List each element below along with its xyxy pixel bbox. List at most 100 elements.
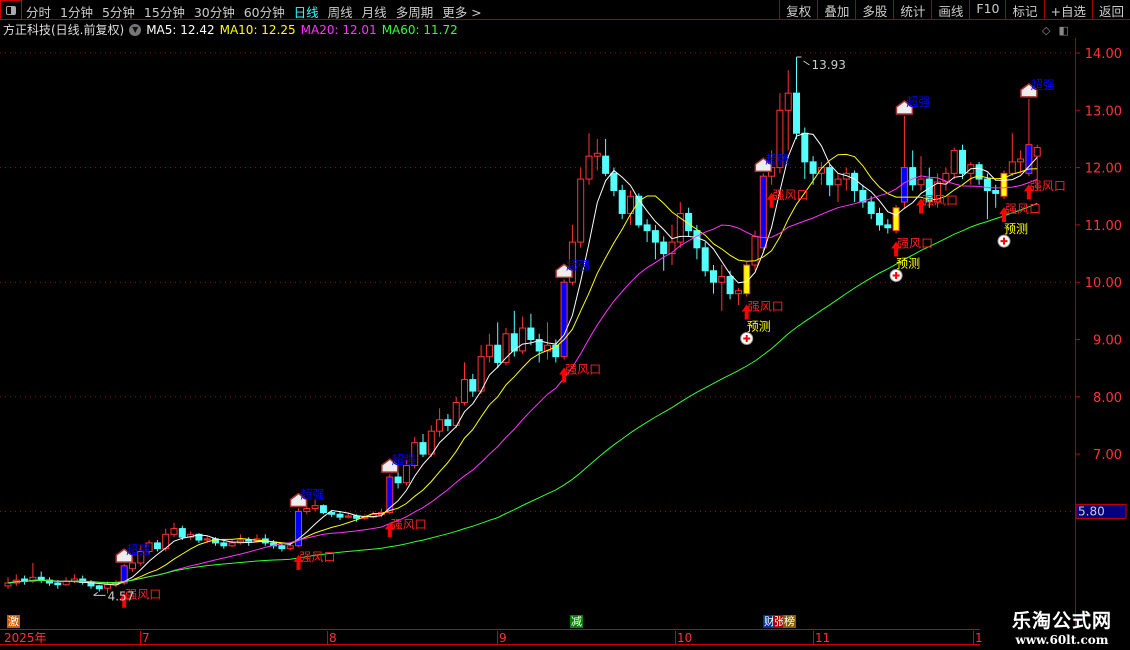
candle-body <box>959 149 966 174</box>
candle-body <box>892 207 900 232</box>
candle-body <box>228 542 236 547</box>
predict-label: 预测 <box>747 320 771 334</box>
wind-signal: 强风口 <box>293 550 336 570</box>
candle-body <box>701 247 709 272</box>
candle-body <box>809 161 817 174</box>
candle-body <box>245 539 253 542</box>
strong-signal: 超强 <box>1020 77 1055 98</box>
indicator-tag: 减 <box>570 615 583 628</box>
candle-body <box>461 379 468 404</box>
candle-body <box>610 172 618 192</box>
y-tick-label: 10.00 <box>1085 276 1122 291</box>
candle-body <box>975 164 983 180</box>
candle-body <box>917 178 925 186</box>
candle-body <box>311 505 319 510</box>
y-tick-label: 8.00 <box>1093 391 1122 406</box>
candle-body <box>950 149 958 174</box>
strong-signal: 超强 <box>115 542 150 563</box>
y-tick-label: 11.00 <box>1085 219 1122 234</box>
candle-body <box>593 152 601 157</box>
low-annotation: 4.57 <box>108 589 135 603</box>
price-tag-label: 5.80 <box>1078 504 1105 518</box>
wind-signal: 强风口 <box>1023 179 1066 200</box>
wind-label: 强风口 <box>897 236 933 250</box>
candle-body <box>668 241 676 255</box>
ma20-line <box>7 175 1038 584</box>
indicator-tag: 榜 <box>783 615 796 628</box>
y-tick-label: 7.00 <box>1093 448 1122 463</box>
candle-body <box>278 545 286 550</box>
wind-label: 强风口 <box>1030 179 1066 193</box>
strong-label: 超强 <box>392 452 416 467</box>
wind-signal: 强风口 <box>766 188 809 208</box>
candle-body <box>801 132 809 163</box>
candle-body <box>37 576 45 581</box>
time-label: 1 <box>973 631 983 645</box>
wind-signal: 强风口 <box>916 194 958 214</box>
candle-body <box>444 419 452 426</box>
candle-body <box>851 172 859 192</box>
candle-body <box>203 538 211 541</box>
candle-body <box>1033 147 1041 157</box>
candle-body <box>718 275 726 283</box>
candle-body <box>784 92 792 111</box>
price-axis-line <box>1075 38 1076 628</box>
strong-label: 超强 <box>1031 77 1055 92</box>
time-axis: 2025年 7 8 9 10 11 1 <box>0 629 983 645</box>
wind-label: 强风口 <box>1005 202 1041 216</box>
wind-label: 强风口 <box>922 194 958 208</box>
time-label: 10 <box>675 631 693 645</box>
candle-body <box>485 344 493 358</box>
candle-body <box>618 190 626 214</box>
high-annotation: 13.93 <box>812 58 846 72</box>
time-label: 7 <box>140 631 150 645</box>
wind-label: 强风口 <box>565 363 601 377</box>
candle-body <box>793 92 800 134</box>
time-label: 8 <box>327 631 337 645</box>
time-label: 2025年 <box>4 631 47 645</box>
candle-body <box>328 512 336 515</box>
candle-body <box>336 513 344 518</box>
watermark: 乐淘公式网 www.60lt.com <box>996 606 1128 647</box>
y-tick-label: 13.00 <box>1085 104 1122 119</box>
candle-body <box>983 178 991 192</box>
strong-label: 超强 <box>765 151 789 166</box>
time-label: 9 <box>497 631 507 645</box>
candle-body <box>286 545 294 550</box>
watermark-title: 乐淘公式网 <box>1011 610 1112 632</box>
wind-label: 强风口 <box>748 300 784 314</box>
candle-body <box>693 230 701 249</box>
candle-body <box>1017 158 1025 163</box>
candle-body <box>560 281 568 358</box>
candle-body <box>651 230 659 243</box>
watermark-url: www.60lt.com <box>1015 633 1109 647</box>
y-tick-label: 12.00 <box>1085 162 1122 177</box>
wind-label: 强风口 <box>773 188 809 202</box>
candle-body <box>585 155 593 180</box>
y-tick-label: 9.00 <box>1093 334 1122 349</box>
wind-label: 强风口 <box>391 517 427 531</box>
candle-body <box>660 241 668 255</box>
wind-signal: 强风口 <box>384 517 427 538</box>
candle-body <box>402 465 410 484</box>
ma60-line <box>7 202 1038 584</box>
strong-signal: 超强 <box>895 94 930 115</box>
strong-label: 超强 <box>906 94 930 109</box>
candle-body <box>394 476 402 484</box>
candle-body <box>427 430 435 455</box>
candle-body <box>577 178 585 243</box>
predict-signal: 预测 <box>997 222 1028 248</box>
candle-body <box>867 201 875 214</box>
candle-body <box>220 542 228 547</box>
candle-body <box>726 275 734 295</box>
candle-body <box>834 178 842 186</box>
predict-signal: 预测 <box>740 320 771 346</box>
strong-signal: 超强 <box>381 452 416 473</box>
candle-body <box>643 224 651 232</box>
low-leader-arrow <box>93 591 106 596</box>
strong-label: 超强 <box>301 487 325 502</box>
candle-body <box>519 327 527 352</box>
candle-body <box>436 419 444 432</box>
y-tick-label: 14.00 <box>1085 47 1122 62</box>
time-label: 11 <box>813 631 831 645</box>
